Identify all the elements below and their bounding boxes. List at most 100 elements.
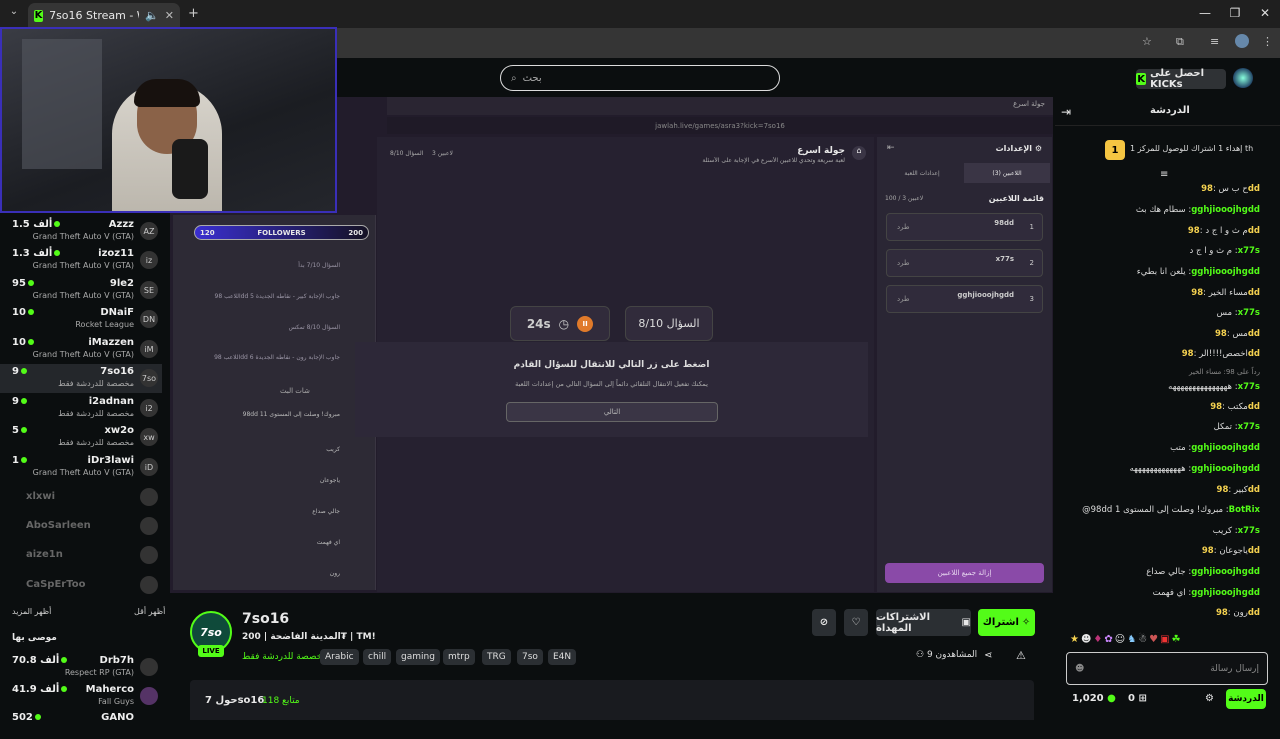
chat-message: م ث و ا ج د :98dd <box>1187 226 1260 236</box>
star-icon[interactable]: ☆ <box>1142 35 1152 48</box>
sidebar-channel[interactable]: 10 DNaiF Rocket League DN <box>0 305 162 334</box>
emote-icon[interactable]: ♥ <box>1149 634 1160 645</box>
sidebar-channel-offline[interactable]: AboSarleen <box>0 512 162 541</box>
collapse-icon[interactable]: ⇤ <box>887 143 895 153</box>
question-counter: السؤال 8/10 <box>390 150 424 157</box>
chat-username[interactable]: x77s <box>1238 308 1260 318</box>
channel-name[interactable]: 7so16 <box>242 611 289 627</box>
extensions-icon[interactable]: ⧉ <box>1176 35 1184 49</box>
sidebar-channel[interactable]: 9 i2adnan مخصصة للدردشة فقط i2 <box>0 394 162 423</box>
chat-message-text: هههههههههههههههه <box>1168 382 1233 392</box>
remove-all-players-button[interactable]: إزالة جميع اللاعبين <box>885 563 1044 583</box>
mute-notifications-button[interactable]: ⊘ <box>812 609 836 636</box>
browser-tab[interactable]: K 7so16 Stream - Watch Live 🔈 ✕ <box>28 3 180 28</box>
home-icon[interactable]: ⌂ <box>852 146 866 160</box>
streamer-hair <box>134 79 200 107</box>
close-window-button[interactable]: ✕ <box>1250 6 1280 20</box>
emote-icon[interactable]: ☘ <box>1172 634 1183 645</box>
tag[interactable]: gaming <box>396 649 440 665</box>
collapse-chat-icon[interactable]: ⇥ <box>1061 105 1071 119</box>
chat-username[interactable]: gghjiooojhgdd <box>1191 567 1260 577</box>
chat-username[interactable]: x77s <box>1238 382 1260 392</box>
emote-icon[interactable]: ☺ <box>1115 634 1127 645</box>
media-icon[interactable]: ≡ <box>1210 35 1219 48</box>
tag[interactable]: E4N <box>548 649 577 665</box>
chat-username[interactable]: gghjiooojhgdd <box>1191 443 1260 453</box>
new-tab-button[interactable]: + <box>188 6 199 21</box>
stream-category[interactable]: مخصصة للدردشة فقط <box>242 652 327 662</box>
get-kicks-button[interactable]: K احصل على KICKs <box>1136 68 1226 90</box>
gift-subs-button[interactable]: الاشتراكات المهداة ▣ <box>876 609 971 636</box>
show-less-button[interactable]: أظهر أقل <box>134 607 165 616</box>
sidebar-channel-offline[interactable]: xlxwi <box>0 483 162 512</box>
kick-player-button[interactable]: طرد <box>897 223 910 231</box>
tag[interactable]: 7so <box>517 649 543 665</box>
mini-chat-msg: اي فهمت <box>316 539 340 546</box>
emote-icon[interactable]: ☃ <box>1138 634 1149 645</box>
tag[interactable]: chill <box>363 649 392 665</box>
menu-icon[interactable]: ⋮ <box>1262 35 1273 48</box>
chat-username[interactable]: gghjiooojhgdd <box>1191 267 1260 277</box>
sidebar-channel[interactable]: 1.5 ألف Azzz Grand Theft Auto V (GTA) AZ <box>0 217 162 246</box>
recommended-channel[interactable]: 41.9 ألف Maherco Fall Guys <box>0 682 162 711</box>
chat-input[interactable]: ☻ إرسال رسالة <box>1066 652 1268 685</box>
sidebar-channel[interactable]: 1.3 ألف izoz11 Grand Theft Auto V (GTA) iz <box>0 246 162 275</box>
maximize-button[interactable]: ❐ <box>1220 6 1250 20</box>
chat-username[interactable]: gghjiooojhgdd <box>1191 464 1260 474</box>
chat-username[interactable]: gghjiooojhgdd <box>1191 588 1260 598</box>
user-avatar[interactable] <box>1233 68 1253 88</box>
kick-player-button[interactable]: طرد <box>897 259 910 267</box>
profile-avatar[interactable] <box>1235 34 1249 48</box>
recommended-channel[interactable]: 70.8 ألف Drb7h Respect RP (GTA) <box>0 653 162 682</box>
followers-goal: 200 <box>348 228 363 237</box>
chat-username[interactable]: BotRix <box>1229 505 1260 515</box>
tag[interactable]: Arabic <box>320 649 359 665</box>
sidebar-channel-active[interactable]: 9 7so16 مخصصة للدردشة فقط 7so <box>0 364 162 393</box>
kick-player-button[interactable]: طرد <box>897 295 910 303</box>
emote-icon[interactable]: ♦ <box>1093 634 1104 645</box>
chat-username[interactable]: gghjiooojhgdd <box>1191 205 1260 215</box>
pinned-toggle-icon[interactable]: ≡ <box>1160 169 1168 180</box>
send-chat-button[interactable]: الدردشة <box>1226 689 1266 709</box>
tab-players[interactable]: اللاعبين (3) <box>964 163 1050 183</box>
chat-message-text: جالي صداع <box>1146 567 1186 577</box>
tag[interactable]: TRG <box>482 649 511 665</box>
show-more-button[interactable]: أظهر المزيد <box>12 607 51 616</box>
sidebar-channel[interactable]: 5 xw2o مخصصة للدردشة فقط xw <box>0 423 162 452</box>
tab-search-icon[interactable]: ⌄ <box>6 6 22 17</box>
question-box: السؤال 8/10 <box>625 306 713 341</box>
chat-username[interactable]: x77s <box>1238 246 1260 256</box>
chat-username[interactable]: x77s <box>1238 526 1260 536</box>
emote-icon[interactable]: ★ <box>1070 634 1081 645</box>
recommended-channel[interactable]: 502 GANO <box>0 710 162 739</box>
emote-icon[interactable]: ☻ <box>1081 634 1093 645</box>
kick-points[interactable]: 1,020 ● <box>1072 693 1116 704</box>
mute-icon[interactable]: 🔈 <box>145 9 159 22</box>
sidebar-channel-offline[interactable]: CaSpErToo <box>0 571 162 600</box>
game-subtitle: لعبة سريعة وتحدي للاعبين الأسرع في الإجا… <box>702 157 845 164</box>
pause-icon[interactable]: II <box>577 315 594 332</box>
sidebar-channel[interactable]: 10 iMazzen Grand Theft Auto V (GTA) iM <box>0 335 162 364</box>
sidebar-channel-offline[interactable]: aize1n <box>0 541 162 570</box>
emote-icon[interactable]: ▣ <box>1160 634 1171 645</box>
emote-icon[interactable]: ✿ <box>1104 634 1114 645</box>
tag[interactable]: mtrp <box>443 649 475 665</box>
chat-settings-icon[interactable]: ⚙ <box>1205 693 1214 704</box>
next-button[interactable]: التالي <box>506 402 718 422</box>
minimize-button[interactable]: — <box>1190 6 1220 20</box>
share-icon[interactable]: ⋖ <box>984 650 992 661</box>
report-icon[interactable]: ⚠ <box>1016 649 1026 662</box>
search-input[interactable]: ⌕ بحث <box>500 65 780 91</box>
tab-game-settings[interactable]: إعدادات اللعبة <box>879 163 965 183</box>
chat-username[interactable]: x77s <box>1238 422 1260 432</box>
close-tab-icon[interactable]: ✕ <box>165 9 174 22</box>
sidebar-channel[interactable]: 1 iDr3lawi Grand Theft Auto V (GTA) iD <box>0 453 162 482</box>
emoji-icon[interactable]: ☻ <box>1075 664 1084 674</box>
chat-message: مكتب :98dd <box>1210 402 1260 412</box>
follow-button[interactable]: ♡ <box>844 609 868 636</box>
channel-name: Maherco <box>85 684 134 695</box>
emote-icon[interactable]: ♞ <box>1127 634 1138 645</box>
sidebar-channel[interactable]: 95 9le2 Grand Theft Auto V (GTA) SE <box>0 276 162 305</box>
mini-chat-msg: 98dd مبروك! وصلت إلى المستوى 11 <box>242 411 340 418</box>
subscribe-button[interactable]: اشتراك ✧ <box>978 609 1035 636</box>
